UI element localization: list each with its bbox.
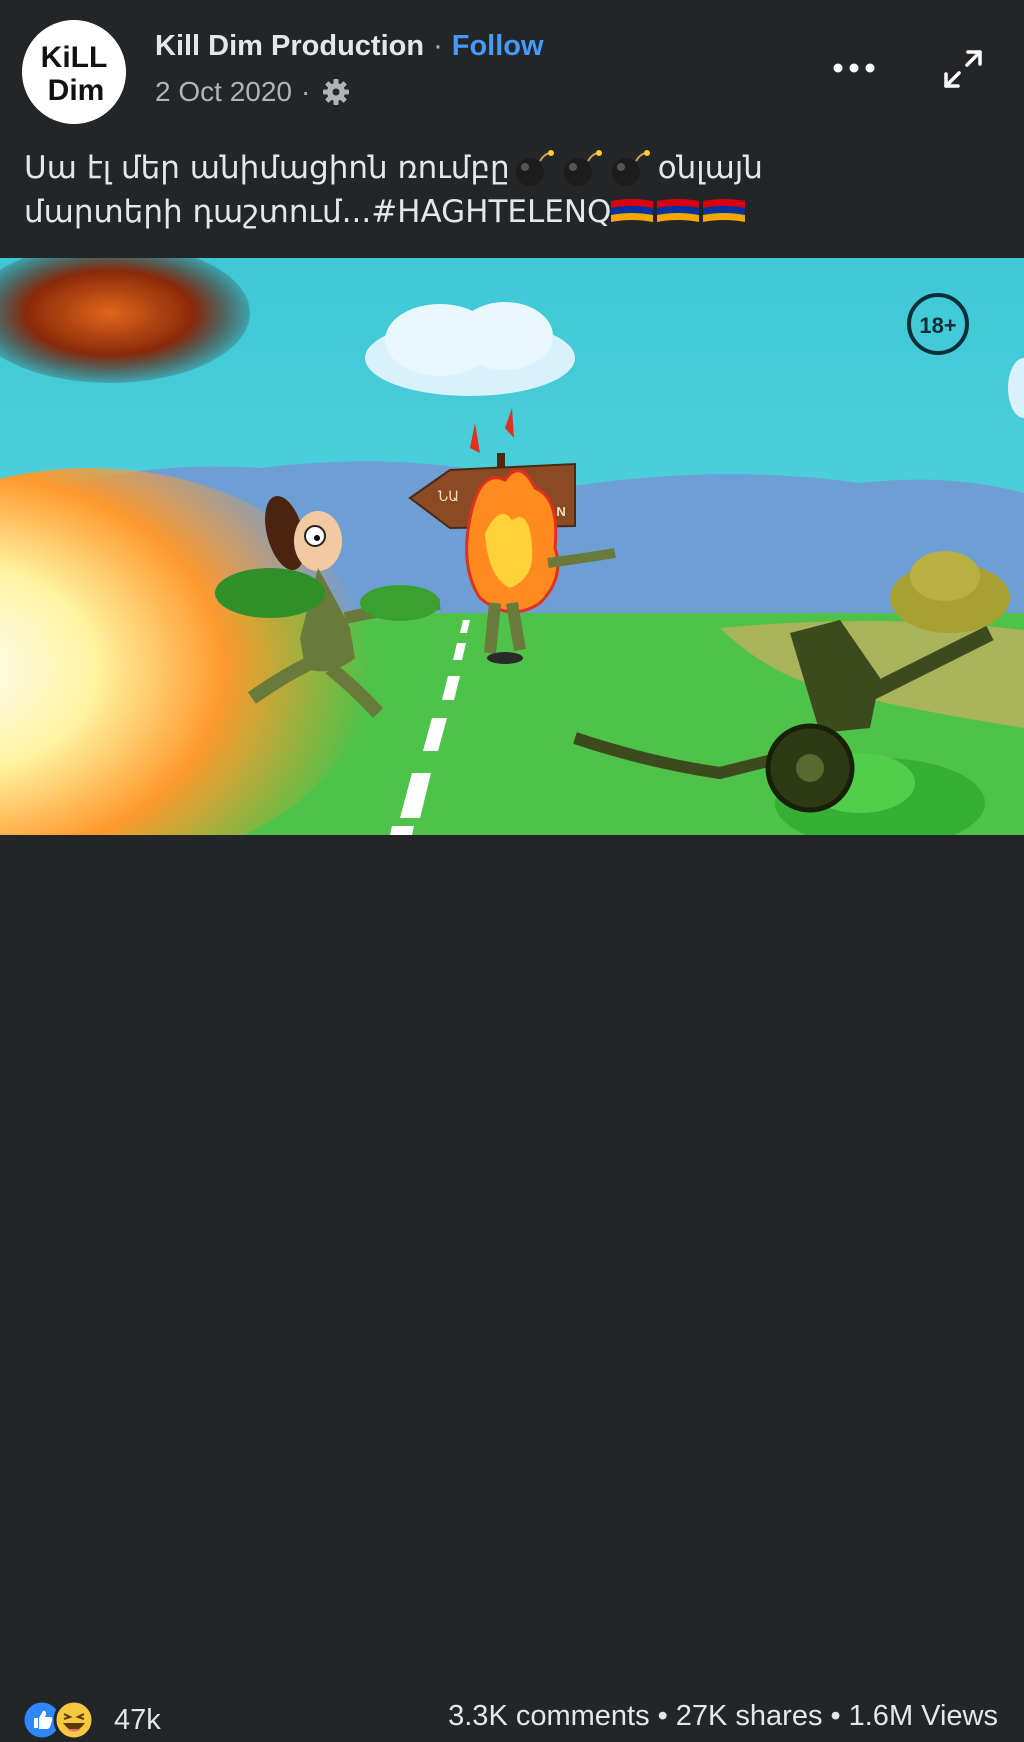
armenia-flag-icon [611, 199, 654, 222]
author-name[interactable]: Kill Dim Production [155, 30, 424, 62]
post-footer: 47k 3.3K comments • 27K shares • 1.6M Views [0, 836, 1024, 1741]
page-avatar[interactable]: KiLL Dim [22, 20, 126, 124]
haha-icon [53, 1699, 95, 1741]
follow-button[interactable]: Follow [452, 30, 544, 62]
separator-dot: · [300, 76, 311, 107]
separator-dot: • [657, 1700, 668, 1732]
caption-line-1: Սա էլ մեր անիմացիոն ռումբը օնլայն [24, 146, 1004, 190]
reactions-count: 47k [114, 1703, 161, 1736]
shares-count[interactable]: 27K shares [676, 1700, 823, 1732]
caption-text-2[interactable]: մարտերի դաշտում...#HAGHTELENQ [24, 190, 611, 234]
bomb-emoji-icon [611, 150, 650, 186]
separator-dot: · [433, 30, 443, 62]
author-line: Kill Dim Production · Follow [155, 30, 544, 63]
caption-text-1: Սա էլ մեր անիմացիոն ռումբը [24, 150, 510, 186]
post-meta: 2 Oct 2020 · [155, 76, 351, 108]
avatar-text-top: KiLL [41, 41, 108, 74]
comments-count[interactable]: 3.3K comments [448, 1700, 649, 1732]
engagement-stats: 3.3K comments • 27K shares • 1.6M Views [448, 1700, 998, 1733]
more-options-icon[interactable] [826, 50, 882, 86]
post-header: KiLL Dim Kill Dim Production · Follow 2 Oc… [0, 0, 1024, 135]
views-count: 1.6M Views [848, 1700, 998, 1732]
reactions-summary[interactable]: 47k [22, 1698, 161, 1742]
bomb-emoji-icon [515, 150, 554, 186]
armenia-flag-icon [703, 199, 746, 222]
post-date[interactable]: 2 Oct 2020 [155, 76, 292, 108]
gear-icon [323, 79, 350, 105]
rating-text: 18+ [919, 313, 956, 338]
post-caption: Սա էլ մեր անիմացիոն ռումբը օնլայն մարտեր… [24, 146, 1004, 234]
separator-dot: • [830, 1700, 841, 1732]
bomb-emoji-icon [563, 150, 602, 186]
caption-text-1-tail: օնլայն [657, 150, 763, 186]
armenia-flag-icon [657, 199, 700, 222]
expand-icon[interactable] [938, 44, 988, 94]
video-player[interactable]: 18+ ՆԱ TAN [0, 258, 1024, 835]
caption-line-2: մարտերի դաշտում...#HAGHTELENQ [24, 190, 1004, 234]
sign-text-left: ՆԱ [438, 489, 459, 505]
avatar-text-bottom: Dim [48, 74, 105, 107]
